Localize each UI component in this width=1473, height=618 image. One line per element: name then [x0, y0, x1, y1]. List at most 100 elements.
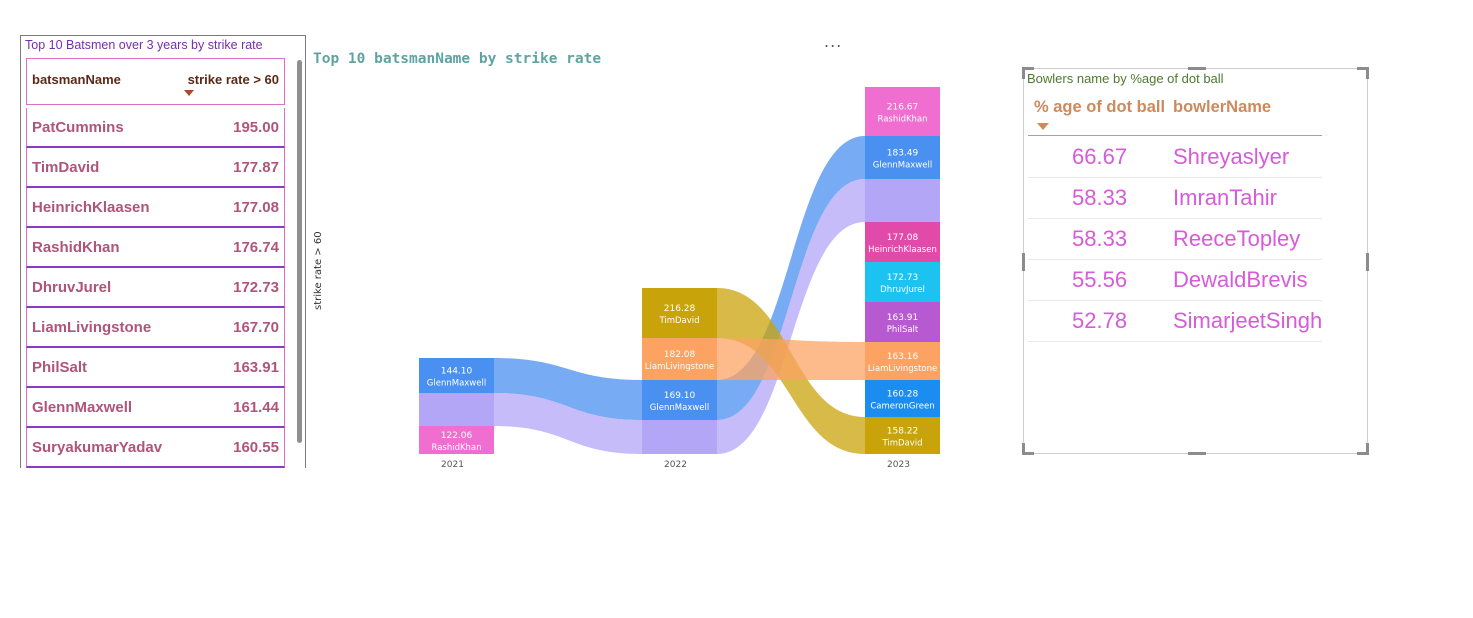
data-label-value: 158.22 [887, 427, 919, 437]
data-label-name: PhilSalt [887, 325, 919, 335]
resize-handle[interactable] [1022, 253, 1025, 271]
ribbon-chart[interactable]: 144.10 GlennMaxwell 122.06 RashidKhan 2021 21… [330, 80, 970, 475]
bowlers-table-body: 66.67 Shreyaslyer 58.33 ImranTahir 58.33 Re… [1028, 137, 1322, 342]
strike-rate-value: 167.70 [233, 319, 279, 336]
ribbon-bar-segment[interactable] [419, 393, 494, 426]
ribbon-chart-y-axis-label: strike rate > 60 [313, 231, 324, 310]
table-row[interactable]: 58.33 ReeceTopley [1028, 219, 1322, 260]
vertical-scrollbar[interactable] [297, 60, 302, 443]
strike-rate-value: 163.91 [233, 359, 279, 376]
data-label-value: 144.10 [441, 367, 473, 377]
dot-ball-pct-value: 52.78 [1072, 308, 1128, 333]
strike-rate-value: 177.87 [233, 159, 279, 176]
strike-rate-value: 161.44 [233, 399, 279, 416]
table-row[interactable]: 58.33 ImranTahir [1028, 178, 1322, 219]
strike-rate-value: 177.08 [233, 199, 279, 216]
sort-descending-icon [184, 90, 194, 96]
dot-ball-pct-value: 58.33 [1072, 185, 1128, 210]
batsman-name: SuryakumarYadav [32, 439, 163, 456]
bowlers-table-title: Bowlers name by %age of dot ball [1027, 71, 1224, 86]
batsman-name: LiamLivingstone [32, 319, 152, 336]
column-header-batsman-name[interactable]: batsmanName [32, 72, 121, 87]
batsmen-table-header: batsmanName strike rate > 60 [26, 58, 285, 105]
data-label-value: 169.10 [664, 391, 696, 401]
table-row[interactable]: DhruvJurel 172.73 [26, 268, 285, 308]
resize-handle[interactable] [1022, 443, 1034, 455]
data-label-name: GlennMaxwell [650, 403, 709, 413]
data-label-value: 122.06 [441, 431, 473, 441]
resize-handle[interactable] [1366, 253, 1369, 271]
data-label-value: 216.28 [664, 304, 696, 314]
batsman-name: GlennMaxwell [32, 399, 133, 416]
data-label-name: GlennMaxwell [427, 379, 486, 389]
batsman-name: HeinrichKlaasen [32, 199, 150, 216]
more-options-icon[interactable]: ... [824, 32, 842, 51]
resize-handle[interactable] [1188, 67, 1206, 70]
table-row[interactable]: HeinrichKlaasen 177.08 [26, 188, 285, 228]
ribbon-bar-segment[interactable] [642, 420, 717, 454]
table-row[interactable]: SuryakumarYadav 160.55 [26, 428, 285, 468]
table-row[interactable]: PatCummins 195.00 [26, 108, 285, 148]
table-row[interactable]: LiamLivingstone 167.70 [26, 308, 285, 348]
x-axis-tick-label: 2021 [441, 460, 464, 470]
batsman-name: TimDavid [32, 159, 100, 176]
data-label-name: TimDavid [881, 439, 922, 449]
batsman-name: RashidKhan [32, 239, 120, 256]
x-axis-tick-label: 2023 [887, 460, 910, 470]
batsman-name: PatCummins [32, 119, 124, 136]
data-label-value: 177.08 [887, 233, 919, 243]
data-label-value: 182.08 [664, 350, 696, 360]
dot-ball-pct-value: 58.33 [1072, 226, 1128, 251]
data-label-value: 160.28 [887, 390, 919, 400]
bowler-name: ImranTahir [1173, 185, 1277, 210]
ribbon-bar-segment[interactable] [865, 179, 940, 222]
batsmen-table-title: Top 10 Batsmen over 3 years by strike ra… [25, 38, 263, 52]
data-label-value: 163.91 [887, 313, 919, 323]
column-header-dot-ball-pct[interactable]: % age of dot ball [1034, 98, 1165, 117]
x-axis-tick-label: 2022 [664, 460, 687, 470]
sort-descending-icon [1037, 123, 1049, 130]
resize-handle[interactable] [1357, 443, 1369, 455]
data-label-name: RashidKhan [877, 115, 927, 125]
table-row[interactable]: PhilSalt 163.91 [26, 348, 285, 388]
bowlers-table-header: % age of dot ball bowlerName [1028, 91, 1322, 136]
data-label-value: 183.49 [887, 149, 919, 159]
column-header-bowler-name[interactable]: bowlerName [1173, 98, 1271, 117]
strike-rate-value: 195.00 [233, 119, 279, 136]
resize-handle[interactable] [1357, 67, 1369, 79]
data-label-name: LiamLivingstone [645, 362, 714, 372]
batsmen-table-body: PatCummins 195.00 TimDavid 177.87 Heinrich… [26, 108, 285, 468]
batsman-name: DhruvJurel [32, 279, 112, 296]
bowlers-table-visual[interactable]: Bowlers name by %age of dot ball % age o… [1022, 67, 1369, 455]
table-row[interactable]: RashidKhan 176.74 [26, 228, 285, 268]
data-label-value: 216.67 [887, 103, 919, 113]
data-label-name: HeinrichKlaasen [868, 245, 937, 255]
ribbon-liamlivingstone[interactable] [717, 338, 865, 380]
data-label-name: RashidKhan [431, 443, 481, 453]
data-label-name: DhruvJurel [880, 285, 925, 295]
table-row[interactable]: GlennMaxwell 161.44 [26, 388, 285, 428]
bowler-name: Shreyaslyer [1173, 144, 1290, 169]
table-row[interactable]: 55.56 DewaldBrevis [1028, 260, 1322, 301]
data-label-name: TimDavid [658, 316, 699, 326]
dot-ball-pct-value: 66.67 [1072, 144, 1128, 169]
bowler-name: SimarjeetSingh [1173, 308, 1323, 333]
column-header-strike-rate[interactable]: strike rate > 60 [188, 72, 279, 87]
data-label-value: 172.73 [887, 273, 919, 283]
data-label-name: CameronGreen [870, 402, 934, 412]
data-label-name: GlennMaxwell [873, 161, 932, 171]
batsmen-table-visual[interactable]: Top 10 Batsmen over 3 years by strike ra… [20, 35, 306, 468]
batsman-name: PhilSalt [32, 359, 88, 376]
data-label-value: 163.16 [887, 352, 919, 362]
dot-ball-pct-value: 55.56 [1072, 267, 1128, 292]
strike-rate-value: 172.73 [233, 279, 279, 296]
strike-rate-value: 176.74 [233, 239, 279, 256]
table-row[interactable]: 52.78 SimarjeetSingh [1028, 301, 1322, 342]
bowler-name: ReeceTopley [1173, 226, 1301, 251]
bowler-name: DewaldBrevis [1173, 267, 1308, 292]
strike-rate-value: 160.55 [233, 439, 279, 456]
resize-handle[interactable] [1188, 452, 1206, 455]
table-row[interactable]: 66.67 Shreyaslyer [1028, 137, 1322, 178]
data-label-name: LiamLivingstone [868, 364, 937, 374]
table-row[interactable]: TimDavid 177.87 [26, 148, 285, 188]
